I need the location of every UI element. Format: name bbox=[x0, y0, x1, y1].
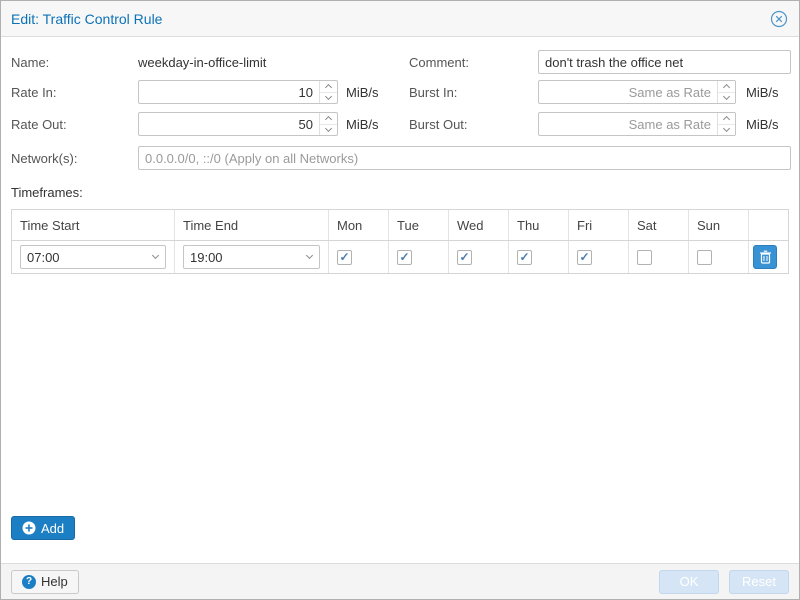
day-cell-sat bbox=[629, 241, 689, 273]
rate-in-label: Rate In: bbox=[11, 85, 57, 100]
checkbox-thu[interactable] bbox=[517, 250, 532, 265]
time-start-combo bbox=[20, 245, 166, 269]
rate-in-field-wrap bbox=[138, 80, 338, 104]
rate-in-spin-up[interactable] bbox=[320, 81, 337, 93]
close-button[interactable] bbox=[769, 9, 789, 29]
day-cell-tue bbox=[389, 241, 449, 273]
header-sun[interactable]: Sun bbox=[689, 210, 749, 240]
day-cell-mon bbox=[329, 241, 389, 273]
timeframes-header-row: Time Start Time End Mon Tue Wed Thu Fri … bbox=[12, 210, 788, 241]
help-icon: ? bbox=[22, 575, 36, 589]
burst-in-label: Burst In: bbox=[409, 85, 457, 100]
header-wed[interactable]: Wed bbox=[449, 210, 509, 240]
burst-out-unit: MiB/s bbox=[746, 117, 779, 132]
header-thu[interactable]: Thu bbox=[509, 210, 569, 240]
timeframes-grid: Time Start Time End Mon Tue Wed Thu Fri … bbox=[11, 209, 789, 274]
time-end-dropdown-trigger[interactable] bbox=[299, 246, 319, 268]
dialog-title: Edit: Traffic Control Rule bbox=[11, 11, 162, 27]
header-mon[interactable]: Mon bbox=[329, 210, 389, 240]
networks-field-wrap bbox=[138, 146, 791, 170]
burst-out-spin-up[interactable] bbox=[718, 113, 735, 125]
delete-row-button[interactable] bbox=[753, 245, 777, 269]
help-button-label: Help bbox=[41, 574, 68, 589]
chevron-down-icon bbox=[151, 252, 158, 259]
rate-out-spin-down[interactable] bbox=[320, 125, 337, 136]
time-start-dropdown-trigger[interactable] bbox=[145, 246, 165, 268]
header-actions bbox=[749, 210, 788, 240]
burst-out-spinner bbox=[717, 113, 735, 135]
checkbox-sat[interactable] bbox=[637, 250, 652, 265]
burst-in-spinner bbox=[717, 81, 735, 103]
trash-icon bbox=[759, 250, 772, 264]
rate-out-spin-up[interactable] bbox=[320, 113, 337, 125]
burst-out-field-wrap bbox=[538, 112, 736, 136]
day-cell-thu bbox=[509, 241, 569, 273]
day-cell-wed bbox=[449, 241, 509, 273]
header-tue[interactable]: Tue bbox=[389, 210, 449, 240]
header-time-end[interactable]: Time End bbox=[175, 210, 329, 240]
checkbox-tue[interactable] bbox=[397, 250, 412, 265]
checkbox-sun[interactable] bbox=[697, 250, 712, 265]
row-actions-cell bbox=[749, 241, 788, 273]
time-start-input[interactable] bbox=[21, 246, 165, 268]
ok-button[interactable]: OK bbox=[659, 570, 719, 594]
rate-in-input[interactable] bbox=[139, 81, 337, 103]
rate-out-input[interactable] bbox=[139, 113, 337, 135]
burst-in-field-wrap bbox=[538, 80, 736, 104]
timeframe-row bbox=[12, 241, 788, 273]
comment-input[interactable] bbox=[539, 51, 790, 73]
edit-traffic-control-rule-dialog: Edit: Traffic Control Rule Name: weekday… bbox=[0, 0, 800, 600]
burst-in-spin-up[interactable] bbox=[718, 81, 735, 93]
header-sat[interactable]: Sat bbox=[629, 210, 689, 240]
comment-label: Comment: bbox=[409, 55, 469, 70]
name-value: weekday-in-office-limit bbox=[138, 55, 266, 70]
checkbox-wed[interactable] bbox=[457, 250, 472, 265]
time-end-combo bbox=[183, 245, 320, 269]
rate-out-label: Rate Out: bbox=[11, 117, 67, 132]
rate-out-unit: MiB/s bbox=[346, 117, 379, 132]
checkbox-fri[interactable] bbox=[577, 250, 592, 265]
day-cell-fri bbox=[569, 241, 629, 273]
reset-button[interactable]: Reset bbox=[729, 570, 789, 594]
add-plus-icon bbox=[22, 521, 36, 535]
rate-in-unit: MiB/s bbox=[346, 85, 379, 100]
day-cell-sun bbox=[689, 241, 749, 273]
chevron-down-icon bbox=[305, 252, 312, 259]
dialog-footer: ? Help OK Reset bbox=[1, 563, 799, 599]
networks-input[interactable] bbox=[139, 147, 790, 169]
rate-in-spinner bbox=[319, 81, 337, 103]
add-timeframe-button[interactable]: Add bbox=[11, 516, 75, 540]
close-icon bbox=[770, 10, 788, 28]
rate-out-field-wrap bbox=[138, 112, 338, 136]
burst-in-unit: MiB/s bbox=[746, 85, 779, 100]
burst-in-input[interactable] bbox=[539, 81, 735, 103]
header-fri[interactable]: Fri bbox=[569, 210, 629, 240]
burst-out-input[interactable] bbox=[539, 113, 735, 135]
burst-in-spin-down[interactable] bbox=[718, 93, 735, 104]
rate-in-spin-down[interactable] bbox=[320, 93, 337, 104]
help-button[interactable]: ? Help bbox=[11, 570, 79, 594]
header-time-start[interactable]: Time Start bbox=[12, 210, 175, 240]
timeframes-label: Timeframes: bbox=[11, 185, 83, 200]
name-label: Name: bbox=[11, 55, 49, 70]
networks-label: Network(s): bbox=[11, 151, 77, 166]
burst-out-label: Burst Out: bbox=[409, 117, 468, 132]
checkbox-mon[interactable] bbox=[337, 250, 352, 265]
time-start-cell bbox=[12, 241, 175, 273]
comment-field-wrap bbox=[538, 50, 791, 74]
add-button-label: Add bbox=[41, 521, 64, 536]
burst-out-spin-down[interactable] bbox=[718, 125, 735, 136]
rate-out-spinner bbox=[319, 113, 337, 135]
time-end-cell bbox=[175, 241, 329, 273]
dialog-titlebar: Edit: Traffic Control Rule bbox=[1, 1, 799, 37]
